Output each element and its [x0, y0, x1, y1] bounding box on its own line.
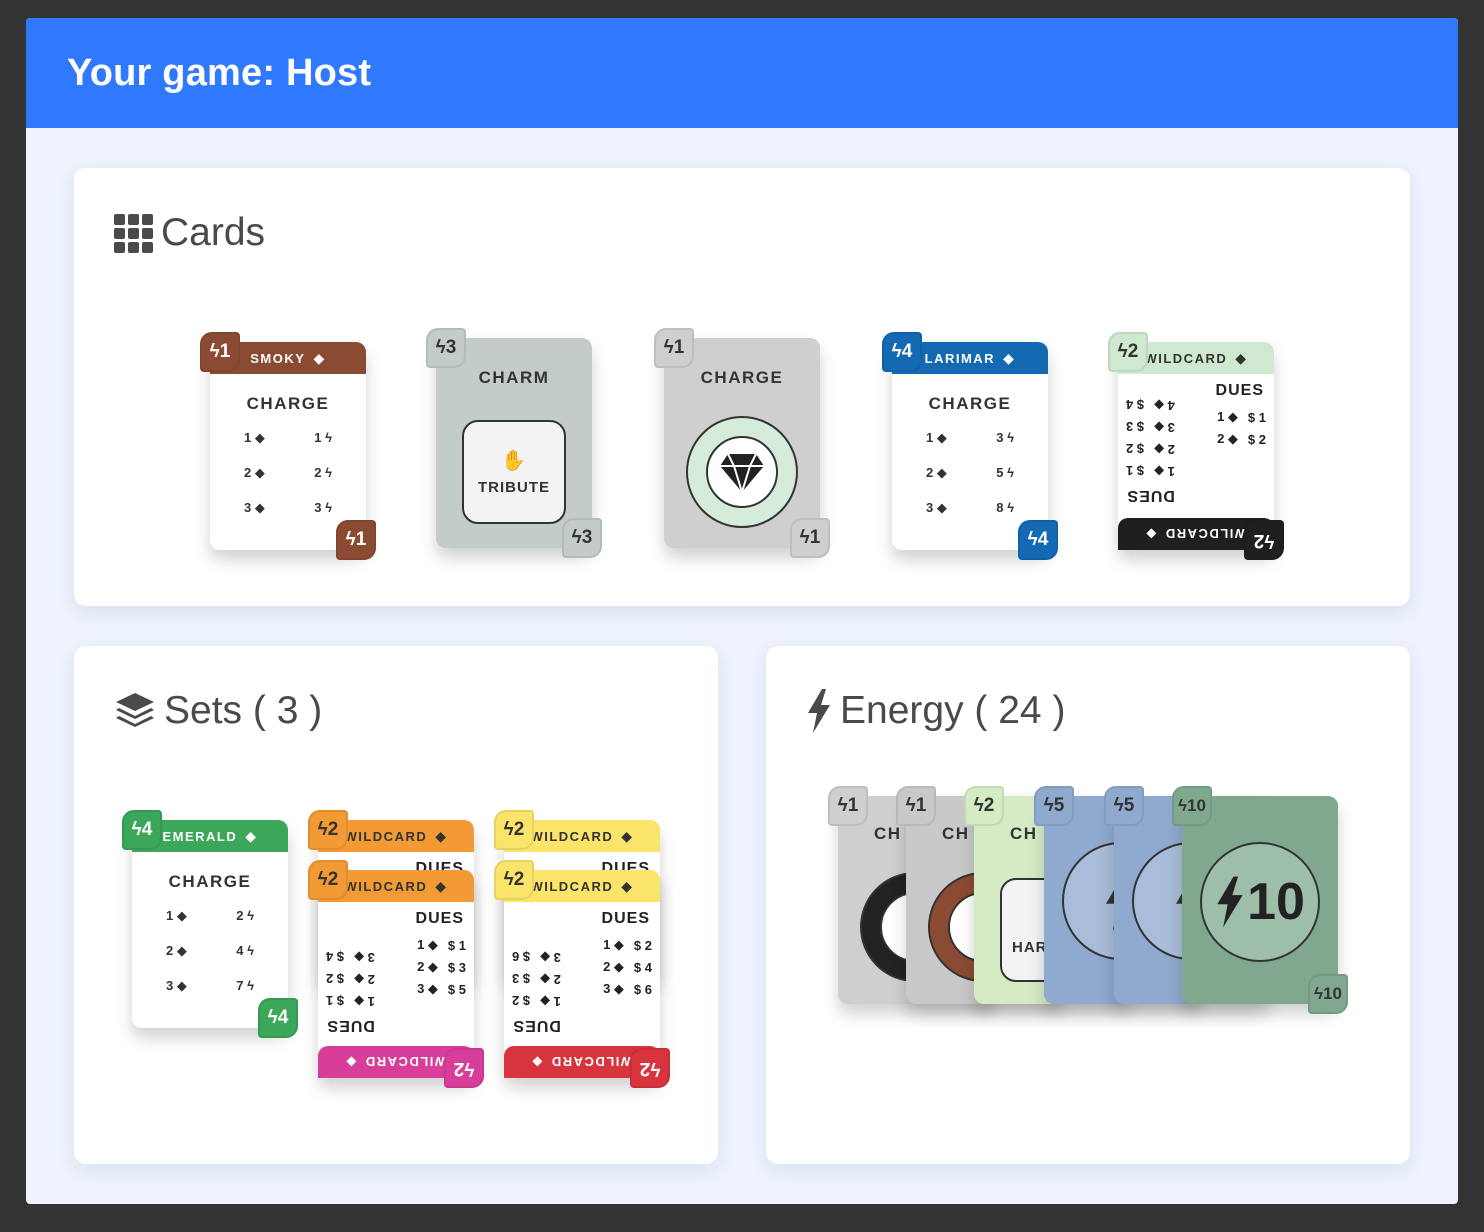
app-window: Your game: Host Cards SMOKY ◆ ϟ1 CHARGE …	[26, 18, 1458, 1204]
energy-panel: Energy ( 24 ) ϟ1 CH ϟ1 CH ϟ2 CH HAR ϟ 5 …	[766, 646, 1410, 1164]
energy-card-top: ϟ 10 10 ϟ 10	[1172, 786, 1348, 1014]
set-wildcard-yellow[interactable]: WILDCARD ◆ ϟ2 DUES 1 ◆ $ 2 2 ◆ $ 4 3 ◆ $ 6 …	[494, 860, 670, 1088]
cost-badge: ϟ2	[494, 860, 534, 900]
card-name: WILDCARD	[1144, 350, 1228, 366]
cost-badge-bottom: ϟ2	[444, 1048, 484, 1088]
cards-panel: Cards SMOKY ◆ ϟ1 CHARGE 1 ◆ 1 ϟ 2 ◆ 2 ϟ 3 …	[74, 168, 1410, 606]
cost-badge: ϟ2	[308, 860, 348, 900]
grid-icon	[114, 213, 153, 253]
upside-dues-table: DUES 1 ◆ $ 1 2 ◆ $ 2 3 ◆ $ 4	[326, 949, 375, 1035]
card-name: LARIMAR	[924, 350, 996, 366]
cost-badge-bottom: ϟ 10	[1308, 974, 1348, 1014]
set-emerald[interactable]: EMERALD ◆ ϟ4 CHARGE 1 ◆ 2 ϟ 2 ◆ 4 ϟ 3 ◆ 7 ϟ…	[122, 810, 298, 1038]
card-name: EMERALD	[162, 828, 238, 844]
dues-title: DUES	[415, 910, 464, 927]
gem-icon: ◆	[245, 827, 258, 844]
cost-badge: ϟ1	[200, 332, 240, 372]
card-title: CHARGE	[700, 368, 784, 387]
energy-value: 10	[1247, 873, 1305, 931]
cost-badge-bottom: ϟ4	[258, 998, 298, 1038]
cost-badge: ϟ3	[426, 328, 466, 368]
cards-panel-title: Cards	[114, 208, 265, 258]
bolt-icon	[806, 689, 832, 733]
card-name: WILDCARD	[344, 878, 428, 894]
upside-dues-table: DUES 1 ◆ $ 1 2 ◆ $ 2 3 ◆ $ 3 4 ◆ $ 4	[1126, 397, 1175, 505]
dues-table: 1 ◆ $ 1 2 ◆ $ 3 3 ◆ $ 5	[417, 937, 466, 997]
cost-badge-bottom: ϟ1	[790, 518, 830, 558]
card-title: CHARGE	[246, 394, 330, 413]
gem-icon: ◆	[621, 877, 634, 894]
cost-badge-bottom: ϟ3	[562, 518, 602, 558]
cost-badge-bottom: ϟ1	[336, 520, 376, 560]
card-name: WILDCARD	[530, 878, 614, 894]
card-title: CHARGE	[168, 872, 252, 891]
gem-icon	[706, 436, 778, 508]
gem-circle	[686, 416, 798, 528]
cost-badge: ϟ 10	[1172, 786, 1212, 826]
card-charge-wild[interactable]: ϟ1 CHARGE ϟ1	[654, 328, 830, 558]
dues-title: DUES	[1215, 382, 1264, 399]
card-charm[interactable]: ϟ3 CHARM ✋ TRIBUTE ϟ3	[426, 328, 602, 558]
card-larimar-charge[interactable]: LARIMAR ◆ ϟ4 CHARGE 1 ◆ 3 ϟ 2 ◆ 5 ϟ 3 ◆ 8 ϟ…	[882, 332, 1058, 560]
card-wildcard-dues[interactable]: WILDCARD ◆ ϟ2 DUES 1 ◆ $ 1 2 ◆ $ 2 DUES 1 …	[1108, 332, 1284, 560]
dues-title: DUES	[601, 910, 650, 927]
upside-dues-table: DUES 1 ◆ $ 2 2 ◆ $ 3 3 ◆ $ 6	[512, 949, 561, 1035]
gem-icon: ◆	[1003, 349, 1016, 366]
card-title: CHARM	[478, 368, 550, 387]
cost-badge-bottom: ϟ4	[1018, 520, 1058, 560]
dues-table: 1 ◆ $ 1 2 ◆ $ 2	[1217, 409, 1266, 447]
sets-title-text: Sets ( 3 )	[164, 689, 323, 732]
page-title: Your game: Host	[67, 51, 372, 94]
energy-panel-title: Energy ( 24 )	[806, 686, 1065, 736]
cards-title-text: Cards	[161, 211, 266, 254]
sets-panel-title: Sets ( 3 )	[114, 686, 322, 736]
dues-table: 1 ◆ $ 2 2 ◆ $ 4 3 ◆ $ 6	[603, 937, 652, 997]
charge-table: 1 ◆ 1 ϟ 2 ◆ 2 ϟ 3 ◆ 3 ϟ	[244, 429, 332, 516]
layers-icon	[114, 690, 156, 732]
cost-badge-bottom: ϟ2	[1244, 520, 1284, 560]
energy-value-circle: 10	[1200, 842, 1320, 962]
top-bar: Your game: Host	[26, 18, 1458, 128]
cost-badge: ϟ4	[122, 810, 162, 850]
cost-badge: ϟ4	[882, 332, 922, 372]
gem-icon: ◆	[1235, 349, 1248, 366]
charge-table: 1 ◆ 2 ϟ 2 ◆ 4 ϟ 3 ◆ 7 ϟ	[166, 907, 254, 994]
gem-icon: ◆	[313, 349, 326, 366]
cost-badge-bottom: ϟ2	[630, 1048, 670, 1088]
tribute-action: ✋ TRIBUTE	[462, 420, 566, 524]
energy-stack[interactable]: ϟ1 CH ϟ1 CH ϟ2 CH HAR ϟ5 ϟ 5 ϟ 10 10 ϟ 1…	[828, 786, 1358, 1056]
card-name: SMOKY	[250, 350, 306, 366]
hand-icon: ✋	[501, 450, 527, 472]
cost-badge: ϟ2	[1108, 332, 1148, 372]
charge-table: 1 ◆ 3 ϟ 2 ◆ 5 ϟ 3 ◆ 8 ϟ	[926, 429, 1014, 516]
card-title: CHARGE	[928, 394, 1012, 413]
card-smoky-charge[interactable]: SMOKY ◆ ϟ1 CHARGE 1 ◆ 1 ϟ 2 ◆ 2 ϟ 3 ◆ 3 ϟ ϟ…	[200, 332, 376, 560]
set-wildcard-orange[interactable]: WILDCARD ◆ ϟ2 DUES 1 ◆ $ 1 2 ◆ $ 3 3 ◆ $ 5 …	[308, 860, 484, 1088]
energy-title-text: Energy ( 24 )	[840, 689, 1066, 732]
gem-icon: ◆	[435, 877, 448, 894]
cost-badge: ϟ1	[654, 328, 694, 368]
sets-panel: Sets ( 3 ) EMERALD ◆ ϟ4 CHARGE 1 ◆ 2 ϟ 2 …	[74, 646, 718, 1164]
